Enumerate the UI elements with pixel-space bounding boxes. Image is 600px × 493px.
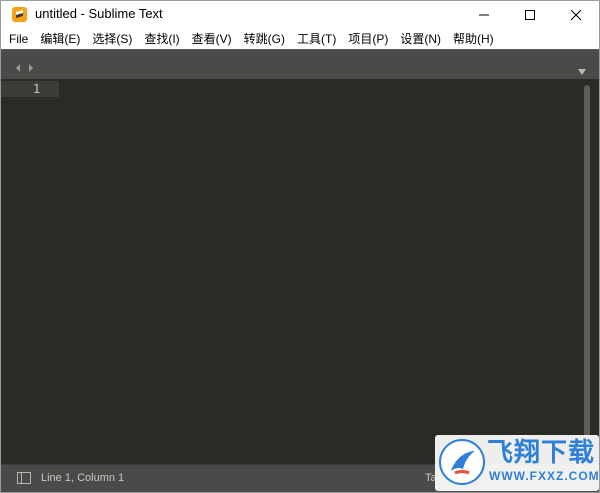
sublime-app-icon (12, 7, 27, 22)
tab-next-button[interactable] (26, 59, 36, 72)
vertical-scrollbar[interactable] (584, 85, 590, 459)
watermark-en-text: WWW.FXXZ.COM (489, 469, 600, 483)
watermark: 飞翔下载 WWW.FXXZ.COM (435, 435, 599, 491)
panel-toggle-icon[interactable] (17, 472, 31, 484)
menu-find[interactable]: 查找(I) (144, 29, 179, 49)
close-button[interactable] (553, 1, 599, 29)
minimize-icon (479, 14, 489, 16)
chevron-left-icon (16, 64, 20, 72)
editor-area[interactable]: 1 (1, 79, 599, 464)
maximize-icon (525, 10, 535, 20)
watermark-logo-icon (439, 439, 485, 485)
menu-selection[interactable]: 选择(S) (92, 29, 132, 49)
active-line-gutter: 1 (1, 81, 59, 97)
watermark-cn-text: 飞翔下载 (487, 438, 596, 468)
tab-navigation (13, 59, 36, 72)
chevron-right-icon (29, 64, 33, 72)
menu-preferences[interactable]: 设置(N) (400, 29, 441, 49)
menu-bar: File 编辑(E) 选择(S) 查找(I) 查看(V) 转跳(G) 工具(T)… (1, 29, 599, 49)
tab-bar (1, 49, 599, 79)
menu-edit[interactable]: 编辑(E) (40, 29, 80, 49)
sublime-window: untitled - Sublime Text File 编辑(E) 选择(S)… (0, 0, 600, 493)
menu-file[interactable]: File (9, 29, 28, 49)
tab-prev-button[interactable] (13, 59, 23, 72)
menu-help[interactable]: 帮助(H) (453, 29, 494, 49)
menu-goto[interactable]: 转跳(G) (244, 29, 285, 49)
tab-list-dropdown-button[interactable] (577, 61, 587, 80)
menu-project[interactable]: 项目(P) (348, 29, 388, 49)
line-number: 1 (33, 82, 41, 96)
chevron-down-icon (578, 69, 586, 75)
maximize-button[interactable] (507, 1, 553, 29)
close-icon (571, 10, 581, 20)
menu-view[interactable]: 查看(V) (192, 29, 232, 49)
minimize-button[interactable] (461, 1, 507, 29)
title-bar: untitled - Sublime Text (1, 1, 599, 29)
window-title: untitled - Sublime Text (35, 6, 163, 21)
cursor-position: Line 1, Column 1 (41, 472, 125, 484)
menu-tools[interactable]: 工具(T) (297, 29, 336, 49)
